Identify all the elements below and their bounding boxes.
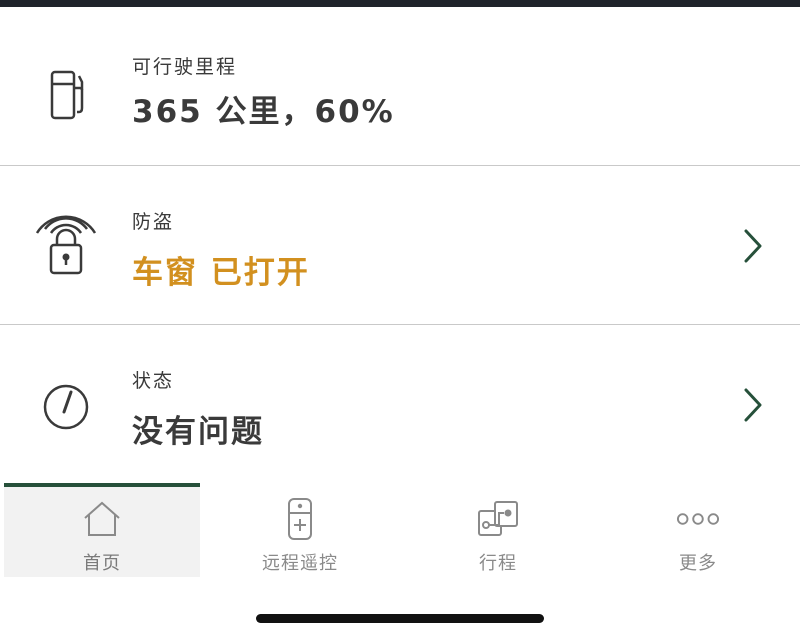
trips-icon xyxy=(476,497,520,541)
home-icon xyxy=(80,497,124,541)
tab-home-label: 首页 xyxy=(83,553,121,574)
status-bar xyxy=(0,0,800,7)
tab-more[interactable]: 更多 xyxy=(600,483,796,577)
tab-trips[interactable]: 行程 xyxy=(400,483,596,577)
remote-control-icon xyxy=(278,497,322,541)
range-label: 可行驶里程 xyxy=(132,56,238,78)
home-indicator[interactable] xyxy=(256,614,544,623)
fuel-pump-icon xyxy=(34,58,98,128)
tab-more-label: 更多 xyxy=(679,553,717,574)
tab-trips-label: 行程 xyxy=(479,553,517,574)
alarm-lock-icon xyxy=(34,207,98,277)
chevron-right-icon[interactable] xyxy=(738,386,766,424)
status-label: 状态 xyxy=(132,370,175,392)
tab-remote-control-label: 远程遥控 xyxy=(262,553,338,574)
chevron-right-icon[interactable] xyxy=(738,227,766,265)
anti-theft-label: 防盗 xyxy=(132,211,175,233)
anti-theft-card[interactable]: 防盗 车窗 已打开 xyxy=(0,167,800,325)
tab-remote-control[interactable]: 远程遥控 xyxy=(202,483,398,577)
tab-home[interactable]: 首页 xyxy=(4,483,200,577)
anti-theft-value: 车窗 已打开 xyxy=(132,255,310,291)
more-icon xyxy=(676,497,720,541)
range-value: 365 公里，60% xyxy=(132,94,395,130)
status-card[interactable]: 状态 没有问题 xyxy=(0,326,800,483)
gauge-icon xyxy=(34,372,98,442)
status-value: 没有问题 xyxy=(132,414,264,450)
range-card: 可行驶里程 365 公里，60% xyxy=(0,8,800,166)
